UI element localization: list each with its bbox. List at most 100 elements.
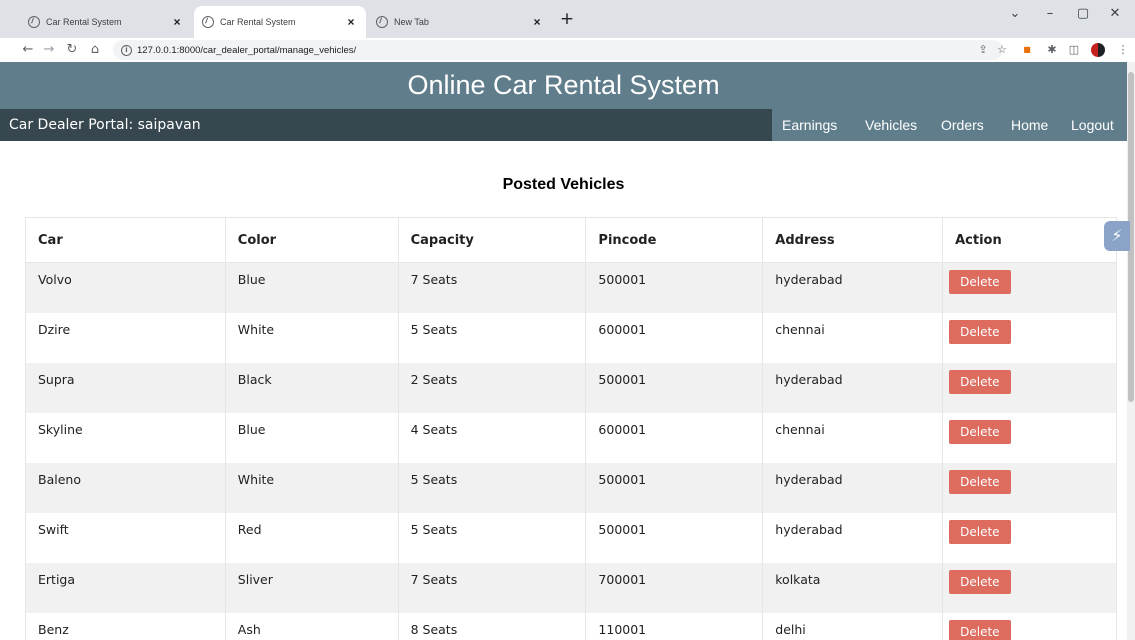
column-header-capacity: Capacity bbox=[397, 217, 587, 263]
cell-capacity: 5 Seats bbox=[397, 512, 587, 563]
puzzle-icon[interactable]: ✱ bbox=[1044, 42, 1060, 58]
cell-color: Ash bbox=[224, 612, 399, 640]
cell-pincode: 110001 bbox=[585, 612, 764, 640]
close-icon[interactable]: × bbox=[530, 15, 544, 29]
plus-icon[interactable]: + bbox=[557, 10, 577, 30]
cell-action: Delete bbox=[942, 612, 1117, 640]
globe-icon bbox=[28, 16, 40, 28]
star-icon[interactable]: ☆ bbox=[994, 42, 1010, 58]
table-row: Volvo Blue 7 Seats 500001 hyderabad Dele… bbox=[25, 262, 1117, 313]
tab-title: New Tab bbox=[394, 17, 429, 27]
nav-earnings[interactable]: Earnings bbox=[782, 109, 837, 141]
cell-color: White bbox=[224, 312, 399, 363]
close-icon[interactable]: × bbox=[344, 15, 358, 29]
delete-button[interactable]: Delete bbox=[949, 369, 1011, 394]
cell-address: delhi bbox=[762, 612, 944, 640]
delete-button[interactable]: Delete bbox=[949, 319, 1011, 344]
cell-capacity: 7 Seats bbox=[397, 262, 587, 313]
cell-address: hyderabad bbox=[762, 362, 944, 413]
cell-capacity: 4 Seats bbox=[397, 412, 587, 463]
cell-action: Delete bbox=[942, 512, 1117, 563]
cell-pincode: 600001 bbox=[585, 312, 764, 363]
column-header-address: Address bbox=[762, 217, 944, 263]
cell-pincode: 600001 bbox=[585, 412, 764, 463]
browser-tab[interactable]: New Tab × bbox=[368, 6, 552, 38]
delete-button[interactable]: Delete bbox=[949, 419, 1011, 444]
table-row: Supra Black 2 Seats 500001 hyderabad Del… bbox=[25, 362, 1117, 413]
maximize-icon[interactable]: ▢ bbox=[1068, 6, 1098, 21]
reload-icon[interactable]: ↻ bbox=[63, 41, 81, 59]
vehicles-table: Car Color Capacity Pincode Address Actio… bbox=[25, 217, 1117, 640]
cell-address: chennai bbox=[762, 312, 944, 363]
address-bar-row: ← → ↻ ⌂ i 127.0.0.1:8000/car_dealer_port… bbox=[0, 38, 1135, 62]
column-header-color: Color bbox=[224, 217, 399, 263]
table-row: Skyline Blue 4 Seats 600001 chennai Dele… bbox=[25, 412, 1117, 463]
cell-car: Swift bbox=[25, 512, 226, 563]
globe-icon bbox=[202, 16, 214, 28]
table-row: Benz Ash 8 Seats 110001 delhi Delete bbox=[25, 612, 1117, 640]
nav-vehicles[interactable]: Vehicles bbox=[865, 109, 917, 141]
chevron-down-icon[interactable]: ⌄ bbox=[1000, 6, 1030, 21]
sidepanel-icon[interactable]: ◫ bbox=[1066, 42, 1082, 58]
cell-address: hyderabad bbox=[762, 462, 944, 513]
cell-address: hyderabad bbox=[762, 512, 944, 563]
cell-capacity: 5 Seats bbox=[397, 462, 587, 513]
info-icon[interactable]: i bbox=[121, 44, 132, 56]
cell-capacity: 5 Seats bbox=[397, 312, 587, 363]
browser-tab-strip: Car Rental System × Car Rental System × … bbox=[0, 0, 1135, 38]
cell-color: Sliver bbox=[224, 562, 399, 613]
cell-capacity: 2 Seats bbox=[397, 362, 587, 413]
cell-pincode: 500001 bbox=[585, 362, 764, 413]
back-icon[interactable]: ← bbox=[19, 41, 37, 59]
cell-color: Red bbox=[224, 512, 399, 563]
table-row: Dzire White 5 Seats 600001 chennai Delet… bbox=[25, 312, 1117, 363]
delete-button[interactable]: Delete bbox=[949, 519, 1011, 544]
delete-button[interactable]: Delete bbox=[949, 619, 1011, 640]
cell-car: Ertiga bbox=[25, 562, 226, 613]
delete-button[interactable]: Delete bbox=[949, 569, 1011, 594]
cell-address: kolkata bbox=[762, 562, 944, 613]
menu-icon[interactable]: ⋮ bbox=[1115, 42, 1131, 58]
minimize-icon[interactable]: – bbox=[1035, 6, 1065, 21]
cell-color: Blue bbox=[224, 262, 399, 313]
cell-action: Delete bbox=[942, 412, 1117, 463]
nav-links: Earnings Vehicles Orders Home Logout bbox=[772, 109, 1127, 141]
table-row: Swift Red 5 Seats 500001 hyderabad Delet… bbox=[25, 512, 1117, 563]
cell-pincode: 500001 bbox=[585, 262, 764, 313]
globe-icon bbox=[376, 16, 388, 28]
extension-icon[interactable]: ■ bbox=[1019, 42, 1035, 58]
cell-action: Delete bbox=[942, 262, 1117, 313]
cell-pincode: 700001 bbox=[585, 562, 764, 613]
table-row: Ertiga Sliver 7 Seats 700001 kolkata Del… bbox=[25, 562, 1117, 613]
cell-car: Dzire bbox=[25, 312, 226, 363]
cell-address: hyderabad bbox=[762, 262, 944, 313]
nav-orders[interactable]: Orders bbox=[941, 109, 984, 141]
cell-color: Blue bbox=[224, 412, 399, 463]
cell-capacity: 8 Seats bbox=[397, 612, 587, 640]
delete-button[interactable]: Delete bbox=[949, 270, 1011, 294]
delete-button[interactable]: Delete bbox=[949, 469, 1011, 494]
cell-pincode: 500001 bbox=[585, 462, 764, 513]
share-icon[interactable]: ⇪ bbox=[975, 42, 991, 58]
column-header-pincode: Pincode bbox=[585, 217, 764, 263]
close-icon[interactable]: × bbox=[170, 15, 184, 29]
cell-color: White bbox=[224, 462, 399, 513]
home-icon[interactable]: ⌂ bbox=[86, 41, 104, 59]
cell-car: Baleno bbox=[25, 462, 226, 513]
window-close-icon[interactable]: ✕ bbox=[1100, 6, 1130, 21]
profile-icon[interactable] bbox=[1090, 42, 1106, 58]
column-header-action: Action bbox=[942, 217, 1117, 263]
url-input[interactable]: i 127.0.0.1:8000/car_dealer_portal/manag… bbox=[113, 40, 1003, 60]
tab-title: Car Rental System bbox=[46, 17, 122, 27]
cell-action: Delete bbox=[942, 462, 1117, 513]
cell-car: Volvo bbox=[25, 262, 226, 313]
cell-car: Supra bbox=[25, 362, 226, 413]
nav-home[interactable]: Home bbox=[1011, 109, 1048, 141]
extension-float-icon[interactable]: ⚡ bbox=[1104, 221, 1130, 251]
cell-action: Delete bbox=[942, 362, 1117, 413]
browser-tab[interactable]: Car Rental System × bbox=[20, 6, 192, 38]
forward-icon[interactable]: → bbox=[40, 41, 58, 59]
nav-logout[interactable]: Logout bbox=[1071, 109, 1114, 141]
browser-tab-active[interactable]: Car Rental System × bbox=[194, 6, 366, 38]
page: Online Car Rental System Car Dealer Port… bbox=[0, 62, 1135, 640]
